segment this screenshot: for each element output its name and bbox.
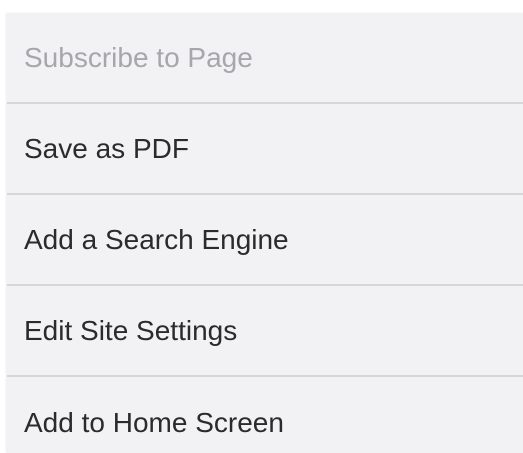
overflow-menu: Subscribe to Page Save as PDF Add a Sear… <box>7 13 523 453</box>
menu-item-label: Add a Search Engine <box>24 223 289 255</box>
menu-item-subscribe-to-page: Subscribe to Page <box>7 13 523 104</box>
menu-item-label: Subscribe to Page <box>24 41 253 73</box>
menu-item-add-to-home-screen[interactable]: Add to Home Screen <box>7 377 523 453</box>
menu-item-edit-site-settings[interactable]: Edit Site Settings <box>7 286 523 377</box>
menu-item-label: Save as PDF <box>24 132 189 164</box>
menu-item-label: Add to Home Screen <box>24 406 284 438</box>
menu-item-add-search-engine[interactable]: Add a Search Engine <box>7 195 523 286</box>
menu-item-save-as-pdf[interactable]: Save as PDF <box>7 104 523 195</box>
menu-item-label: Edit Site Settings <box>24 314 238 346</box>
